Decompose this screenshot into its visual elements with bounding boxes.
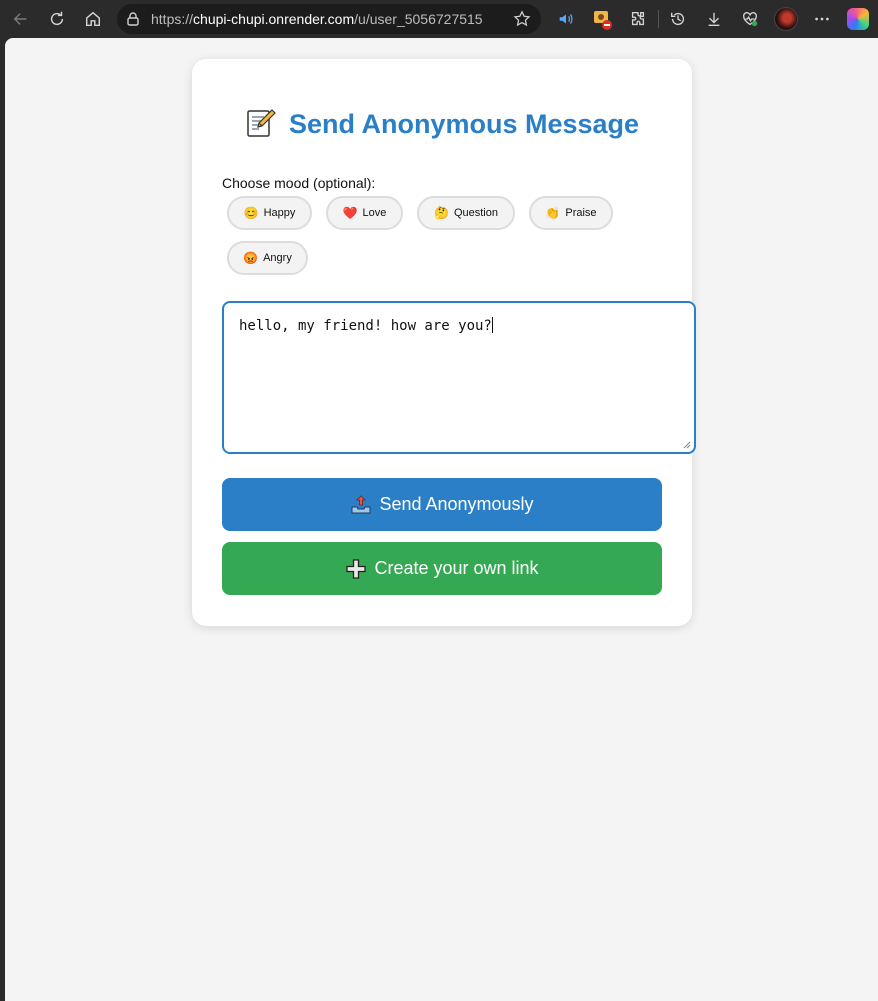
heart-emoji-icon: ❤️ <box>342 206 358 220</box>
download-icon[interactable] <box>699 4 729 34</box>
resize-grip-icon[interactable] <box>683 441 691 449</box>
angry-emoji-icon: 😡 <box>243 251 259 265</box>
clapping-emoji-icon: 👏 <box>545 206 561 220</box>
send-anonymously-button[interactable]: Send Anonymously <box>222 478 662 531</box>
extensions-icon[interactable] <box>623 4 653 34</box>
message-card: Send Anonymous Message Choose mood (opti… <box>192 59 696 626</box>
memo-icon <box>247 109 276 137</box>
performance-icon[interactable] <box>735 4 765 34</box>
create-label: Create your own link <box>374 558 539 578</box>
copilot-icon[interactable] <box>847 8 869 30</box>
send-label: Send Anonymously <box>379 494 534 514</box>
page-viewport: Send Anonymous Message Choose mood (opti… <box>5 38 878 1001</box>
mood-question-button[interactable]: 🤔 Question <box>417 196 515 230</box>
mood-label-text: Love <box>362 207 387 219</box>
mood-label: Choose mood (optional): <box>222 175 376 191</box>
mood-label-text: Praise <box>565 207 597 219</box>
star-icon[interactable] <box>513 10 531 28</box>
outbox-tray-icon <box>351 494 371 513</box>
back-icon[interactable] <box>6 4 36 34</box>
page-title: Send Anonymous Message <box>192 107 692 140</box>
happy-emoji-icon: 😊 <box>243 206 259 220</box>
mood-label-text: Question <box>453 207 498 219</box>
mood-label-text: Happy <box>263 207 296 219</box>
message-textarea[interactable]: hello, my friend! how are you? <box>222 301 696 454</box>
create-link-button[interactable]: Create your own link <box>222 542 662 595</box>
lock-icon[interactable] <box>125 11 141 27</box>
thinking-emoji-icon: 🤔 <box>434 206 449 220</box>
mood-angry-button[interactable]: 😡 Angry <box>227 241 308 275</box>
url-text: https://chupi-chupi.onrender.com/u/user_… <box>151 11 483 27</box>
plus-icon <box>346 558 367 579</box>
mood-happy-button[interactable]: 😊 Happy <box>227 196 312 230</box>
read-aloud-icon[interactable] <box>551 4 581 34</box>
more-icon[interactable] <box>807 4 837 34</box>
message-text: hello, my friend! how are you? <box>239 318 492 334</box>
profile-avatar[interactable] <box>774 7 798 31</box>
mood-praise-button[interactable]: 👏 Praise <box>529 196 613 230</box>
mood-label-text: Angry <box>263 252 292 264</box>
history-icon[interactable] <box>663 4 693 34</box>
text-caret <box>491 317 493 333</box>
extension-badge-icon[interactable] <box>592 9 614 31</box>
home-icon[interactable] <box>78 4 108 34</box>
browser-toolbar: https://chupi-chupi.onrender.com/u/user_… <box>0 0 878 38</box>
address-bar[interactable]: https://chupi-chupi.onrender.com/u/user_… <box>117 4 541 34</box>
refresh-icon[interactable] <box>42 4 72 34</box>
mood-love-button[interactable]: ❤️ Love <box>326 196 403 230</box>
page-title-text: Send Anonymous Message <box>288 109 640 139</box>
